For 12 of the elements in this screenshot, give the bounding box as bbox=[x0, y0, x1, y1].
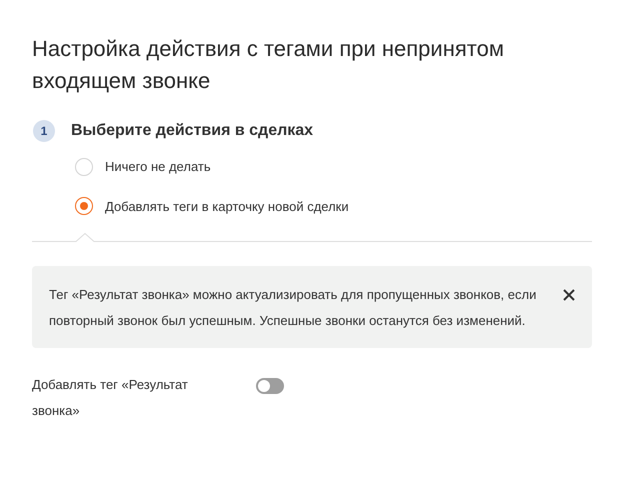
radio-button[interactable] bbox=[75, 158, 93, 176]
step-number: 1 bbox=[33, 120, 55, 142]
close-button[interactable] bbox=[563, 289, 575, 301]
page-title: Настройка действия с тегами при непринятом входящем звонке bbox=[32, 35, 505, 95]
radio-option[interactable]: Добавлять теги в карточку новой сделки bbox=[75, 196, 592, 216]
step-title: Выберите действия в сделках bbox=[71, 121, 314, 141]
toggle-switch[interactable] bbox=[256, 378, 284, 394]
info-text: Тег «Результат звонка» можно актуализировать для пропущенных звонков, если повторный звонок был успешным. Успешные звонки останутся без изменений. bbox=[49, 286, 538, 330]
close-icon bbox=[563, 289, 575, 301]
radio-button[interactable] bbox=[75, 197, 93, 216]
toggle-label: Добавлять тег «Результат звонка» bbox=[32, 376, 189, 420]
radio-option[interactable]: Ничего не делать bbox=[75, 157, 592, 176]
